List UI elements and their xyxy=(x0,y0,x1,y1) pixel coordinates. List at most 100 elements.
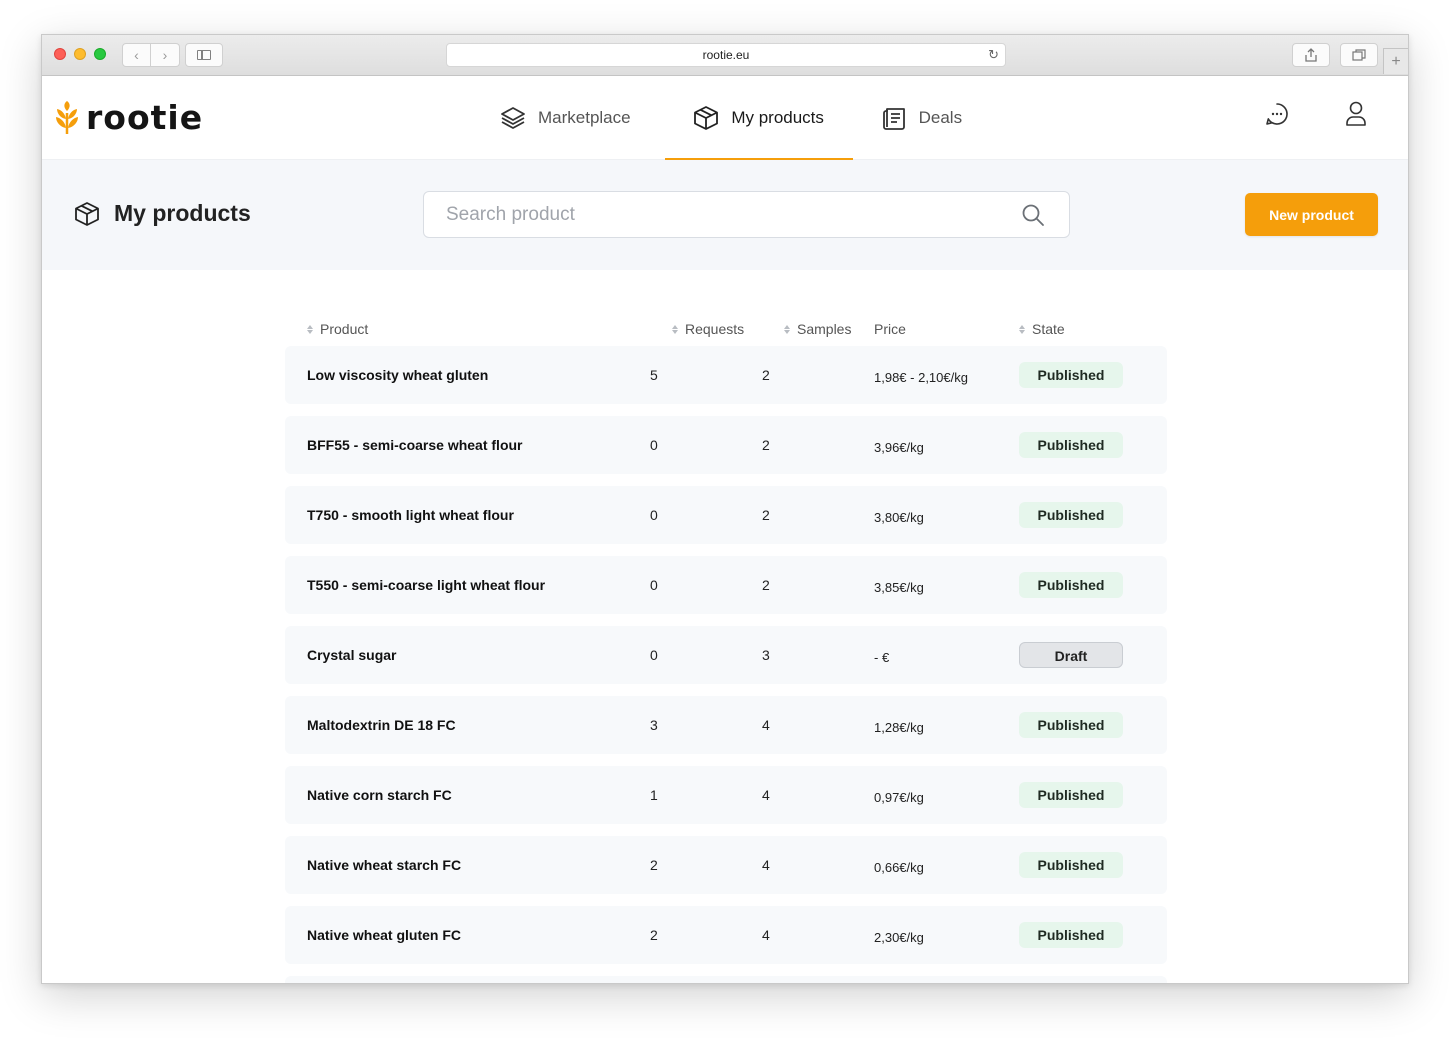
sort-icon xyxy=(1019,324,1025,334)
table-row[interactable]: Native wheat starch FC 2 4 0,66€/kg Publ… xyxy=(285,836,1167,894)
chevron-left-icon: ‹ xyxy=(134,47,139,63)
url-text: rootie.eu xyxy=(702,48,750,62)
product-name: Native wheat starch FC xyxy=(307,857,462,873)
sort-icon xyxy=(307,324,313,334)
table-row[interactable]: Native corn starch FC 1 4 0,97€/kg Publi… xyxy=(285,766,1167,824)
samples-count: 4 xyxy=(762,787,770,803)
forward-button[interactable]: › xyxy=(151,43,180,67)
rootie-logo[interactable]: rootie xyxy=(54,98,203,137)
product-name: Crystal sugar xyxy=(307,647,397,663)
table-row[interactable]: Low viscosity wheat gluten 5 2 1,98€ - 2… xyxy=(285,346,1167,404)
app-header: rootie Marketplace My products Deals xyxy=(42,76,1408,161)
requests-count: 1 xyxy=(650,787,658,803)
back-button[interactable]: ‹ xyxy=(122,43,151,67)
column-header-samples[interactable]: Samples xyxy=(784,321,874,337)
samples-count: 3 xyxy=(762,647,770,663)
history-buttons: ‹ › xyxy=(122,43,180,67)
column-header-state[interactable]: State xyxy=(1019,321,1167,337)
column-header-requests[interactable]: Requests xyxy=(672,321,762,337)
nav-my-products[interactable]: My products xyxy=(664,76,853,161)
products-table: Product Requests Samples Price State Low… xyxy=(285,312,1167,983)
wheat-logo-icon xyxy=(56,100,78,134)
table-body: Low viscosity wheat gluten 5 2 1,98€ - 2… xyxy=(285,346,1167,983)
share-button[interactable] xyxy=(1292,43,1330,67)
search-input[interactable] xyxy=(424,192,984,237)
tabs-icon xyxy=(1352,49,1366,61)
status-badge: Published xyxy=(1019,852,1123,878)
samples-count: 2 xyxy=(762,577,770,593)
samples-count: 2 xyxy=(762,437,770,453)
logo-text: rootie xyxy=(86,98,204,137)
nav-deals[interactable]: Deals xyxy=(867,76,976,160)
product-name: Native wheat gluten FC xyxy=(307,927,462,943)
requests-count: 2 xyxy=(650,857,658,873)
column-header-product[interactable]: Product xyxy=(285,321,650,337)
page-toolbar: My products New product xyxy=(42,160,1408,270)
requests-count: 2 xyxy=(650,927,658,943)
column-label: Price xyxy=(874,321,906,337)
price: 1,28€/kg xyxy=(874,719,924,735)
requests-count: 0 xyxy=(650,507,658,523)
status-badge: Published xyxy=(1019,572,1123,598)
table-header: Product Requests Samples Price State xyxy=(285,312,1167,346)
reload-icon[interactable]: ↻ xyxy=(988,47,999,63)
search-box xyxy=(423,191,1070,238)
documents-icon xyxy=(882,108,905,130)
samples-count: 4 xyxy=(762,717,770,733)
status-badge: Published xyxy=(1019,712,1123,738)
new-tab-button[interactable]: + xyxy=(1383,48,1408,74)
package-icon xyxy=(75,201,99,226)
status-badge: Published xyxy=(1019,922,1123,948)
status-badge: Published xyxy=(1019,782,1123,808)
status-badge: Published xyxy=(1019,432,1123,458)
requests-count: 0 xyxy=(650,577,658,593)
tabs-overview-button[interactable] xyxy=(1340,43,1378,67)
package-icon xyxy=(694,106,719,130)
nav-deals-label: Deals xyxy=(918,108,963,127)
table-row[interactable]: Crystal sugar 0 3 - € Draft xyxy=(285,626,1167,684)
table-row[interactable]: T550 - semi-coarse light wheat flour 0 2… xyxy=(285,556,1167,614)
browser-toolbar: ‹ › rootie.eu ↻ + xyxy=(42,35,1408,76)
price: 2,30€/kg xyxy=(874,929,924,945)
product-name: T750 - smooth light wheat flour xyxy=(307,507,514,523)
requests-count: 5 xyxy=(650,367,658,383)
user-icon xyxy=(1346,101,1366,126)
share-icon xyxy=(1305,48,1317,62)
nav-marketplace[interactable]: Marketplace xyxy=(486,76,645,160)
nav-my-products-label: My products xyxy=(731,108,824,127)
chat-icon xyxy=(1266,103,1288,125)
table-row[interactable]: Maltodextrin DE 18 FC 3 4 1,28€/kg Publi… xyxy=(285,696,1167,754)
messages-button[interactable] xyxy=(1265,102,1289,131)
search-icon[interactable] xyxy=(1021,203,1045,227)
product-name: Low viscosity wheat gluten xyxy=(307,367,489,383)
maximize-window-button[interactable] xyxy=(94,48,106,60)
sort-icon xyxy=(672,324,678,334)
account-button[interactable] xyxy=(1345,101,1367,132)
status-badge: Published xyxy=(1019,502,1123,528)
table-row[interactable]: Native wheat gluten FC 2 4 2,30€/kg Publ… xyxy=(285,906,1167,964)
table-row[interactable]: T750 - smooth light wheat flour 0 2 3,80… xyxy=(285,486,1167,544)
table-row[interactable] xyxy=(285,976,1167,983)
close-window-button[interactable] xyxy=(54,48,66,60)
samples-count: 4 xyxy=(762,927,770,943)
price: 1,98€ - 2,10€/kg xyxy=(874,369,968,385)
requests-count: 0 xyxy=(650,437,658,453)
minimize-window-button[interactable] xyxy=(74,48,86,60)
browser-window: ‹ › rootie.eu ↻ + rootie Marketplace My … xyxy=(41,34,1409,984)
price: 3,96€/kg xyxy=(874,439,924,455)
layers-icon xyxy=(501,107,525,129)
samples-count: 2 xyxy=(762,367,770,383)
price: 0,66€/kg xyxy=(874,859,924,875)
page-title-text: My products xyxy=(114,200,251,226)
sidebar-icon xyxy=(197,50,211,60)
column-label: Requests xyxy=(685,321,745,337)
product-name: T550 - semi-coarse light wheat flour xyxy=(307,577,546,593)
price: - € xyxy=(874,649,890,665)
sidebar-toggle-button[interactable] xyxy=(185,43,223,67)
new-product-button[interactable]: New product xyxy=(1245,193,1378,236)
product-name: Native corn starch FC xyxy=(307,787,452,803)
table-row[interactable]: BFF55 - semi-coarse wheat flour 0 2 3,96… xyxy=(285,416,1167,474)
page-title: My products xyxy=(74,200,251,227)
price: 0,97€/kg xyxy=(874,789,924,805)
address-bar[interactable]: rootie.eu ↻ xyxy=(446,43,1006,67)
